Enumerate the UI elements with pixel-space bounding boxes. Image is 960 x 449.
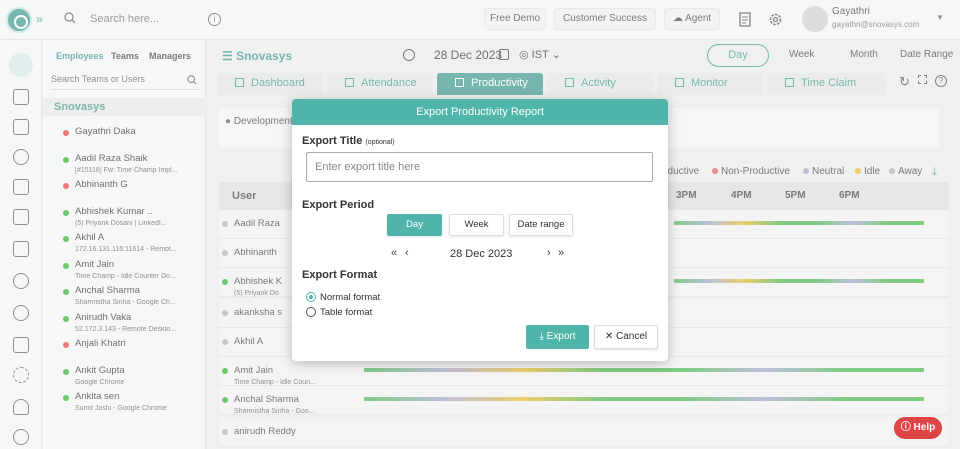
export-period-label: Export Period [302,199,375,211]
close-icon: ✕ [604,331,617,342]
chevrons-left-icon[interactable]: « [391,247,397,259]
download-icon: ⤓ [539,331,547,342]
chevron-left-icon[interactable]: ‹ [405,247,409,259]
export-title-text: Export Title [302,135,363,147]
help-button[interactable]: ⓘ Help [894,417,942,439]
normal-format-radio[interactable] [306,292,316,302]
cancel-label: Cancel [616,331,648,342]
normal-format-label[interactable]: Normal format [320,292,380,303]
table-format-radio[interactable] [306,307,316,317]
input-placeholder: Enter export title here [315,161,421,173]
cancel-button[interactable]: ✕ Cancel [594,325,658,349]
export-button[interactable]: ⤓ Export [526,325,589,349]
table-format-label[interactable]: Table format [320,307,372,318]
export-label: Export [546,331,576,342]
modal-title: Export Productivity Report [292,99,668,125]
export-format-label: Export Format [302,269,378,281]
optional-hint: (optional) [365,139,395,146]
help-icon: ⓘ [900,422,914,433]
period-date-range-button[interactable]: Date range [509,214,573,236]
help-label: Help [913,422,936,433]
period-week-button[interactable]: Week [449,214,504,236]
export-title-input[interactable]: Enter export title here [306,152,653,182]
export-productivity-modal: Export Productivity Report Export Title … [292,99,668,361]
export-title-label: Export Title (optional) [302,135,395,147]
chevron-right-icon[interactable]: › [547,247,551,259]
period-day-button[interactable]: Day [387,214,442,236]
chevrons-right-icon[interactable]: » [558,247,564,259]
export-date: 28 Dec 2023 [450,248,513,260]
